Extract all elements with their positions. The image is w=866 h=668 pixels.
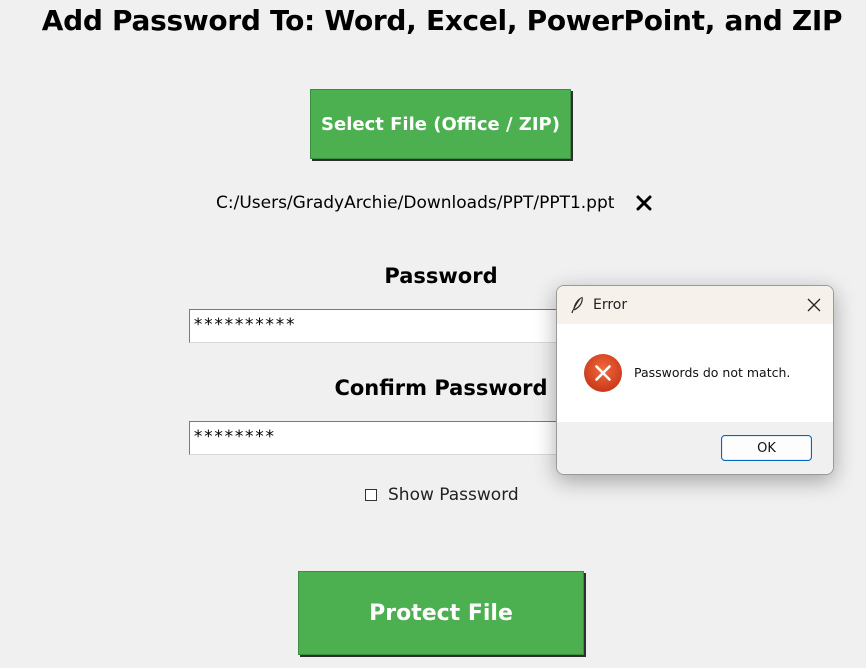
show-password-label: Show Password (388, 485, 519, 505)
dialog-body: Passwords do not match. (557, 324, 833, 422)
dialog-close-icon[interactable] (805, 296, 823, 314)
page-title: Add Password To: Word, Excel, PowerPoint… (41, 4, 843, 37)
dialog-footer: OK (557, 422, 833, 474)
dialog-title: Error (593, 297, 628, 313)
confirm-password-field[interactable]: ******** (189, 421, 564, 455)
dialog-titlebar[interactable]: Error (557, 286, 833, 324)
selected-file-row: C:/Users/GradyArchie/Downloads/PPT/PPT1.… (216, 190, 654, 216)
show-password-toggle[interactable]: Show Password (365, 484, 519, 506)
clear-file-icon[interactable] (634, 193, 654, 213)
dialog-message: Passwords do not match. (634, 365, 791, 380)
app-window: Add Password To: Word, Excel, PowerPoint… (0, 0, 866, 668)
ok-button[interactable]: OK (721, 435, 812, 461)
select-file-button[interactable]: Select File (Office / ZIP) (310, 89, 571, 159)
feather-icon (570, 296, 586, 314)
protect-file-button[interactable]: Protect File (298, 571, 584, 655)
password-field[interactable]: ********** (189, 309, 564, 343)
error-icon (583, 353, 623, 393)
show-password-checkbox[interactable] (365, 489, 377, 501)
selected-file-path: C:/Users/GradyArchie/Downloads/PPT/PPT1.… (216, 193, 615, 213)
error-dialog: Error Passwords do not match. OK (556, 285, 834, 475)
